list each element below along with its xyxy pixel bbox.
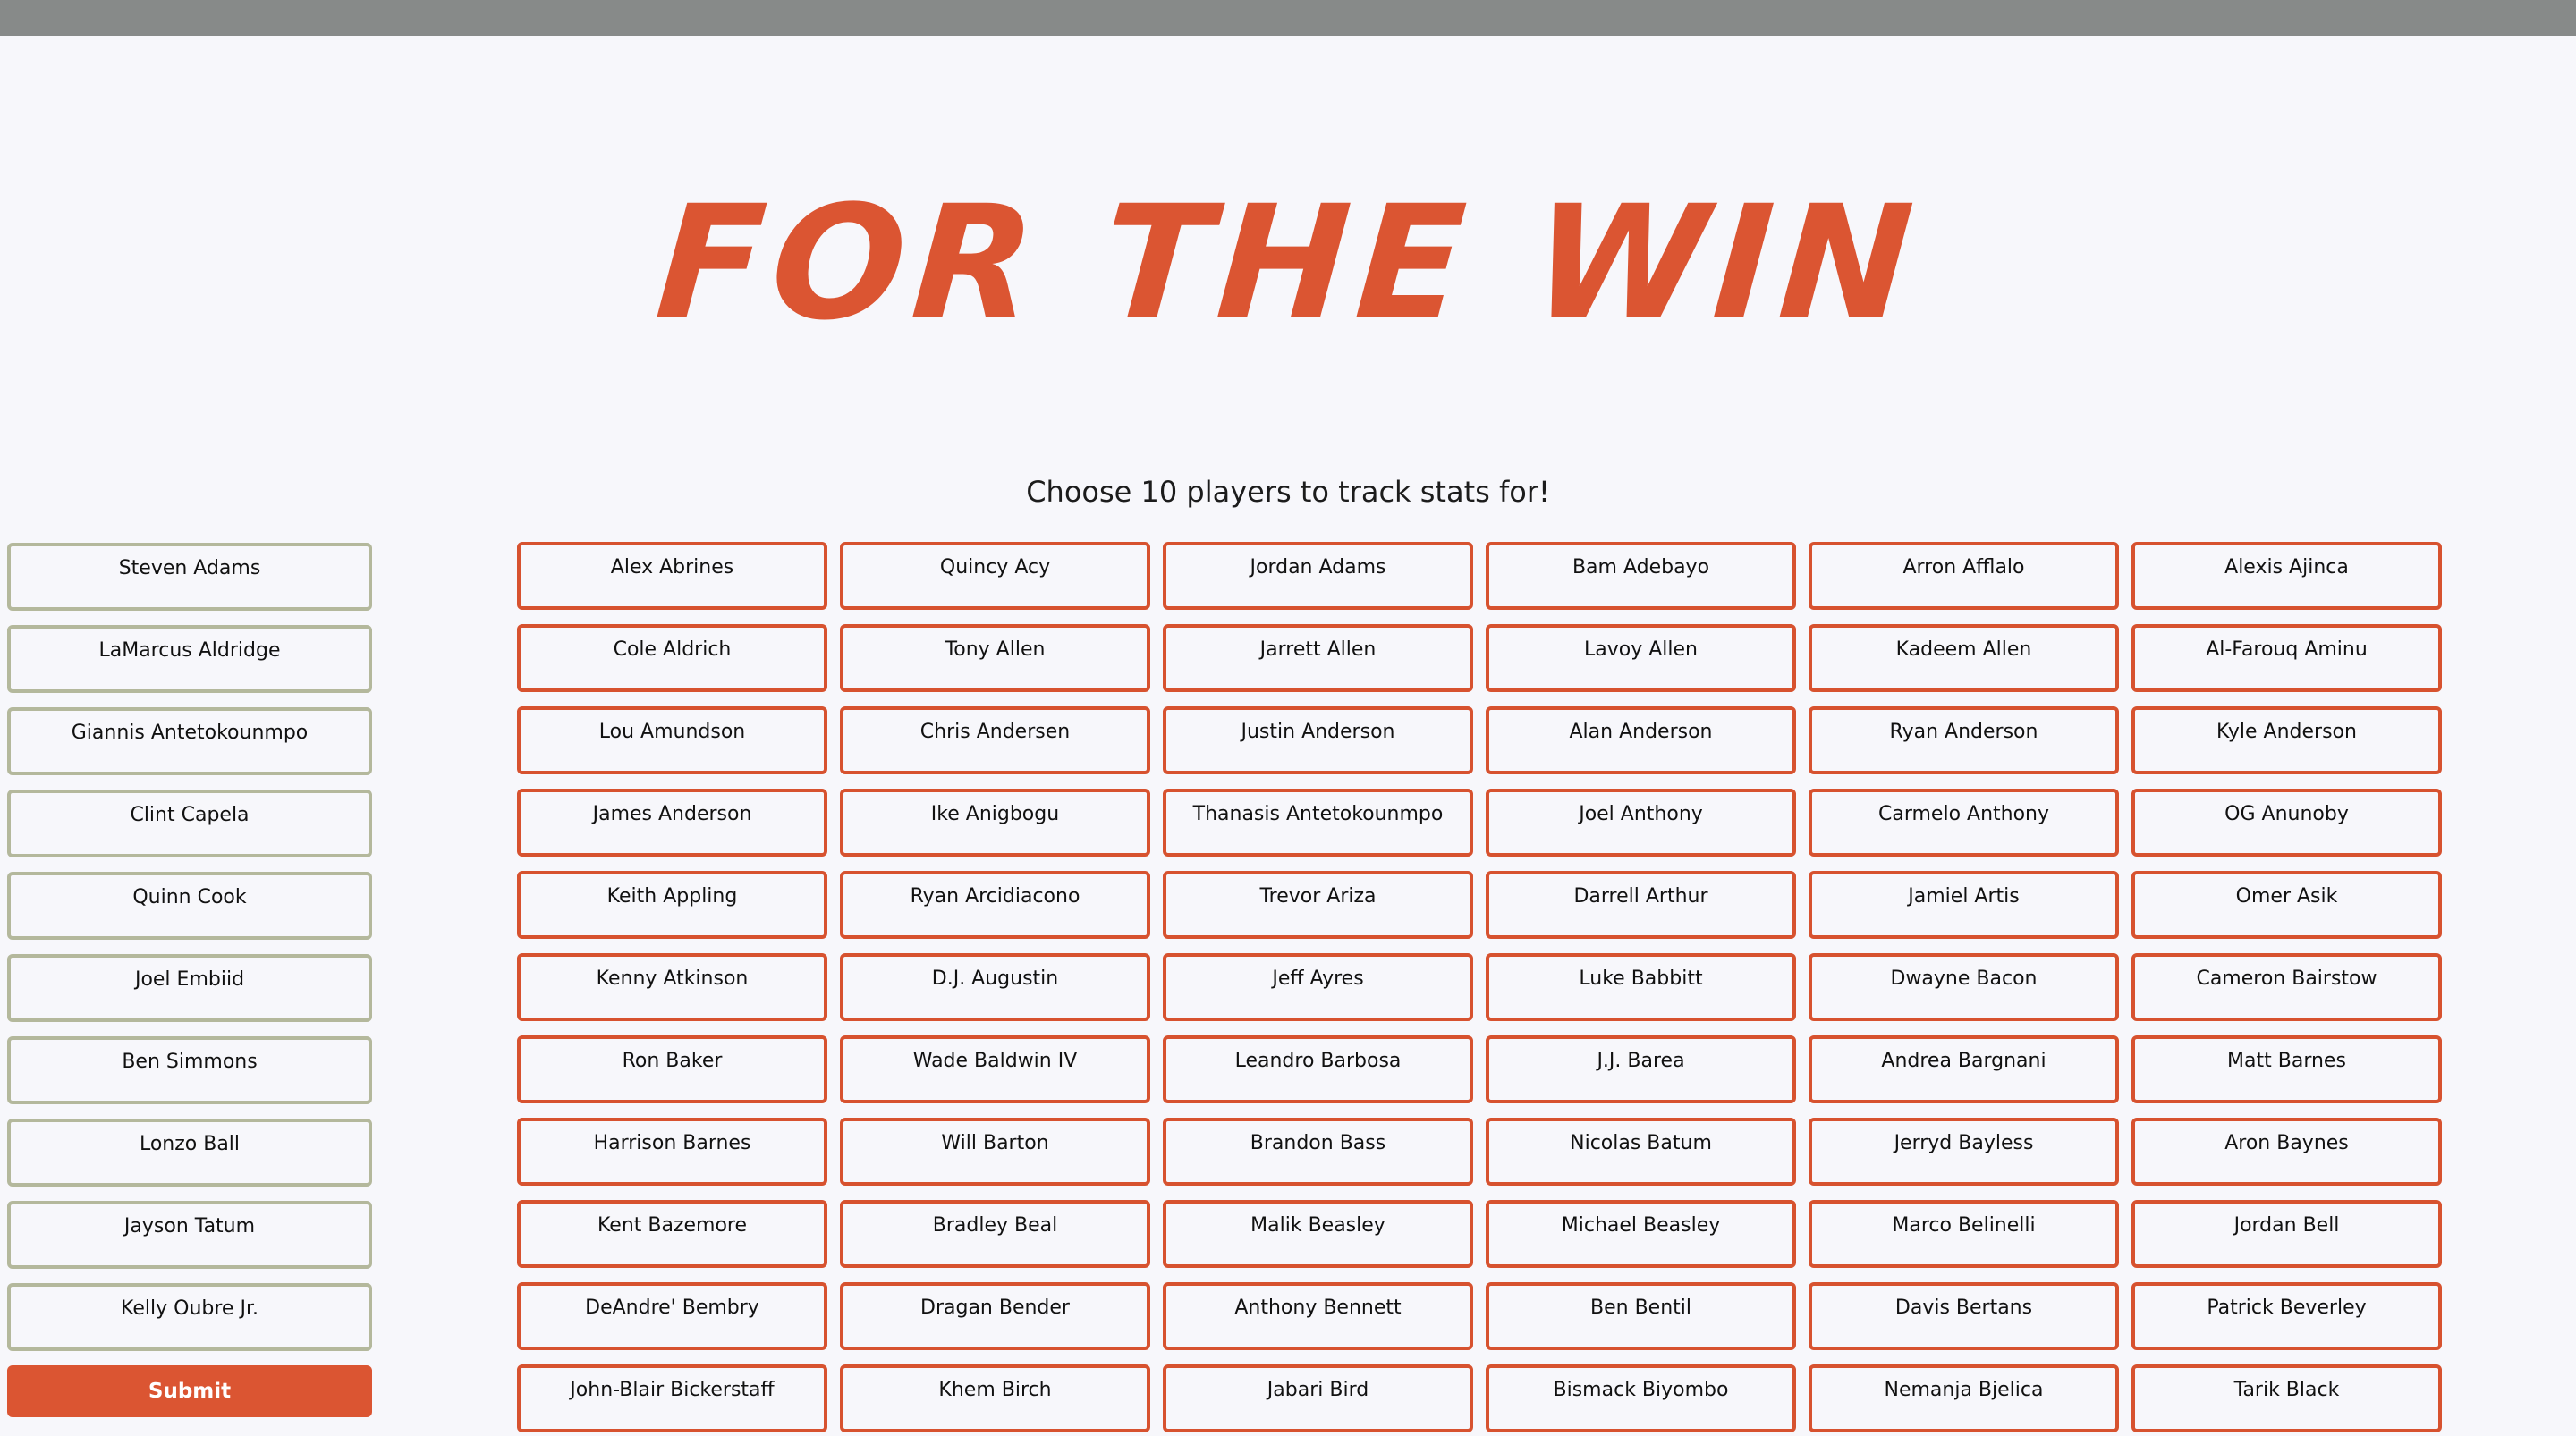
- player-button[interactable]: Omer Asik: [2131, 871, 2442, 939]
- player-button[interactable]: Luke Babbitt: [1486, 953, 1796, 1021]
- selected-players-list: Steven Adams LaMarcus Aldridge Giannis Ant…: [7, 543, 372, 1351]
- player-button[interactable]: Ron Baker: [517, 1035, 827, 1103]
- player-button[interactable]: John-Blair Bickerstaff: [517, 1364, 827, 1432]
- app-logo-title: FOR THE WIN: [650, 172, 1926, 355]
- player-button[interactable]: Quincy Acy: [840, 542, 1150, 610]
- player-button[interactable]: Aron Baynes: [2131, 1118, 2442, 1186]
- player-button[interactable]: DeAndre' Bembry: [517, 1282, 827, 1350]
- player-button[interactable]: Ryan Arcidiacono: [840, 871, 1150, 939]
- selected-player-slot[interactable]: Joel Embiid: [7, 954, 372, 1022]
- player-button[interactable]: Jordan Adams: [1163, 542, 1473, 610]
- player-button[interactable]: Jordan Bell: [2131, 1200, 2442, 1268]
- selected-player-slot[interactable]: Clint Capela: [7, 790, 372, 857]
- player-button[interactable]: Darrell Arthur: [1486, 871, 1796, 939]
- player-button[interactable]: Kenny Atkinson: [517, 953, 827, 1021]
- player-button[interactable]: Keith Appling: [517, 871, 827, 939]
- player-button[interactable]: Justin Anderson: [1163, 706, 1473, 774]
- player-button[interactable]: Dwayne Bacon: [1809, 953, 2119, 1021]
- player-button[interactable]: Carmelo Anthony: [1809, 789, 2119, 857]
- selected-player-slot[interactable]: Jayson Tatum: [7, 1201, 372, 1269]
- selected-player-slot[interactable]: Steven Adams: [7, 543, 372, 611]
- player-button[interactable]: Thanasis Antetokounmpo: [1163, 789, 1473, 857]
- player-button[interactable]: Ike Anigbogu: [840, 789, 1150, 857]
- player-button[interactable]: Bam Adebayo: [1486, 542, 1796, 610]
- player-button[interactable]: Jerryd Bayless: [1809, 1118, 2119, 1186]
- player-button[interactable]: J.J. Barea: [1486, 1035, 1796, 1103]
- player-button[interactable]: Kyle Anderson: [2131, 706, 2442, 774]
- player-button[interactable]: Arron Afflalo: [1809, 542, 2119, 610]
- player-button[interactable]: Khem Birch: [840, 1364, 1150, 1432]
- player-button[interactable]: Lou Amundson: [517, 706, 827, 774]
- player-button[interactable]: Will Barton: [840, 1118, 1150, 1186]
- player-button[interactable]: Jeff Ayres: [1163, 953, 1473, 1021]
- player-button[interactable]: Bradley Beal: [840, 1200, 1150, 1268]
- player-button[interactable]: OG Anunoby: [2131, 789, 2442, 857]
- player-button[interactable]: Kadeem Allen: [1809, 624, 2119, 692]
- player-grid: Alex Abrines Quincy Acy Jordan Adams Bam Ad…: [517, 542, 2442, 1432]
- player-button[interactable]: Wade Baldwin IV: [840, 1035, 1150, 1103]
- player-button[interactable]: Jarrett Allen: [1163, 624, 1473, 692]
- selected-players-column: Steven Adams LaMarcus Aldridge Giannis Ant…: [7, 543, 372, 1417]
- selected-player-slot[interactable]: Ben Simmons: [7, 1036, 372, 1104]
- player-button[interactable]: Cole Aldrich: [517, 624, 827, 692]
- player-button[interactable]: Alexis Ajinca: [2131, 542, 2442, 610]
- instructions-text: Choose 10 players to track stats for!: [1026, 475, 1550, 509]
- player-button[interactable]: Andrea Bargnani: [1809, 1035, 2119, 1103]
- player-button[interactable]: Alex Abrines: [517, 542, 827, 610]
- player-button[interactable]: Nicolas Batum: [1486, 1118, 1796, 1186]
- submit-button[interactable]: Submit: [7, 1365, 372, 1417]
- player-button[interactable]: Ryan Anderson: [1809, 706, 2119, 774]
- player-button[interactable]: Alan Anderson: [1486, 706, 1796, 774]
- player-button[interactable]: Nemanja Bjelica: [1809, 1364, 2119, 1432]
- player-button[interactable]: Ben Bentil: [1486, 1282, 1796, 1350]
- player-button[interactable]: Bismack Biyombo: [1486, 1364, 1796, 1432]
- player-button[interactable]: Tarik Black: [2131, 1364, 2442, 1432]
- player-button[interactable]: Michael Beasley: [1486, 1200, 1796, 1268]
- player-button[interactable]: D.J. Augustin: [840, 953, 1150, 1021]
- player-button[interactable]: Anthony Bennett: [1163, 1282, 1473, 1350]
- player-button[interactable]: Patrick Beverley: [2131, 1282, 2442, 1350]
- player-button[interactable]: Trevor Ariza: [1163, 871, 1473, 939]
- player-button[interactable]: Harrison Barnes: [517, 1118, 827, 1186]
- player-button[interactable]: Dragan Bender: [840, 1282, 1150, 1350]
- player-button[interactable]: Davis Bertans: [1809, 1282, 2119, 1350]
- selected-player-slot[interactable]: LaMarcus Aldridge: [7, 625, 372, 693]
- player-button[interactable]: Jabari Bird: [1163, 1364, 1473, 1432]
- player-button[interactable]: Kent Bazemore: [517, 1200, 827, 1268]
- player-button[interactable]: Leandro Barbosa: [1163, 1035, 1473, 1103]
- player-button[interactable]: Marco Belinelli: [1809, 1200, 2119, 1268]
- player-button[interactable]: Al-Farouq Aminu: [2131, 624, 2442, 692]
- browser-top-bar: [0, 0, 2576, 36]
- player-button[interactable]: Joel Anthony: [1486, 789, 1796, 857]
- player-button[interactable]: Chris Andersen: [840, 706, 1150, 774]
- player-button[interactable]: Lavoy Allen: [1486, 624, 1796, 692]
- player-button[interactable]: Jamiel Artis: [1809, 871, 2119, 939]
- player-button[interactable]: James Anderson: [517, 789, 827, 857]
- player-button[interactable]: Tony Allen: [840, 624, 1150, 692]
- selected-player-slot[interactable]: Lonzo Ball: [7, 1119, 372, 1187]
- selected-player-slot[interactable]: Quinn Cook: [7, 872, 372, 940]
- player-button[interactable]: Cameron Bairstow: [2131, 953, 2442, 1021]
- selected-player-slot[interactable]: Kelly Oubre Jr.: [7, 1283, 372, 1351]
- player-button[interactable]: Matt Barnes: [2131, 1035, 2442, 1103]
- selected-player-slot[interactable]: Giannis Antetokounmpo: [7, 707, 372, 775]
- player-button[interactable]: Brandon Bass: [1163, 1118, 1473, 1186]
- player-button[interactable]: Malik Beasley: [1163, 1200, 1473, 1268]
